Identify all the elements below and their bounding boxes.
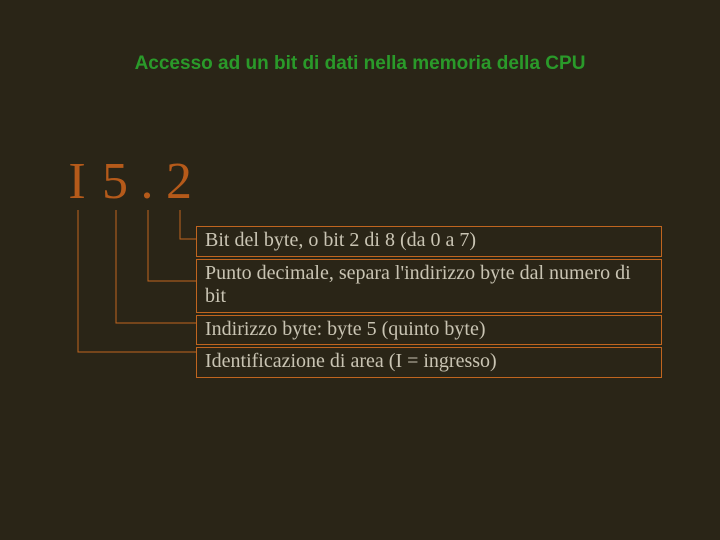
address-char-dot: . xyxy=(138,152,156,211)
address-expression: I 5 . 2 xyxy=(62,152,194,211)
address-char-byte: 5 xyxy=(100,152,130,211)
explanation-boxes: Bit del byte, o bit 2 di 8 (da 0 a 7) Pu… xyxy=(196,226,662,378)
address-char-bit: 2 xyxy=(164,152,194,211)
diagram-title: Accesso ad un bit di dati nella memoria … xyxy=(0,0,720,76)
explanation-row-byte: Indirizzo byte: byte 5 (quinto byte) xyxy=(196,315,662,346)
address-char-area: I xyxy=(62,152,92,211)
explanation-row-area: Identificazione di area (I = ingresso) xyxy=(196,347,662,378)
explanation-row-bit: Bit del byte, o bit 2 di 8 (da 0 a 7) xyxy=(196,226,662,257)
explanation-row-dot: Punto decimale, separa l'indirizzo byte … xyxy=(196,259,662,313)
